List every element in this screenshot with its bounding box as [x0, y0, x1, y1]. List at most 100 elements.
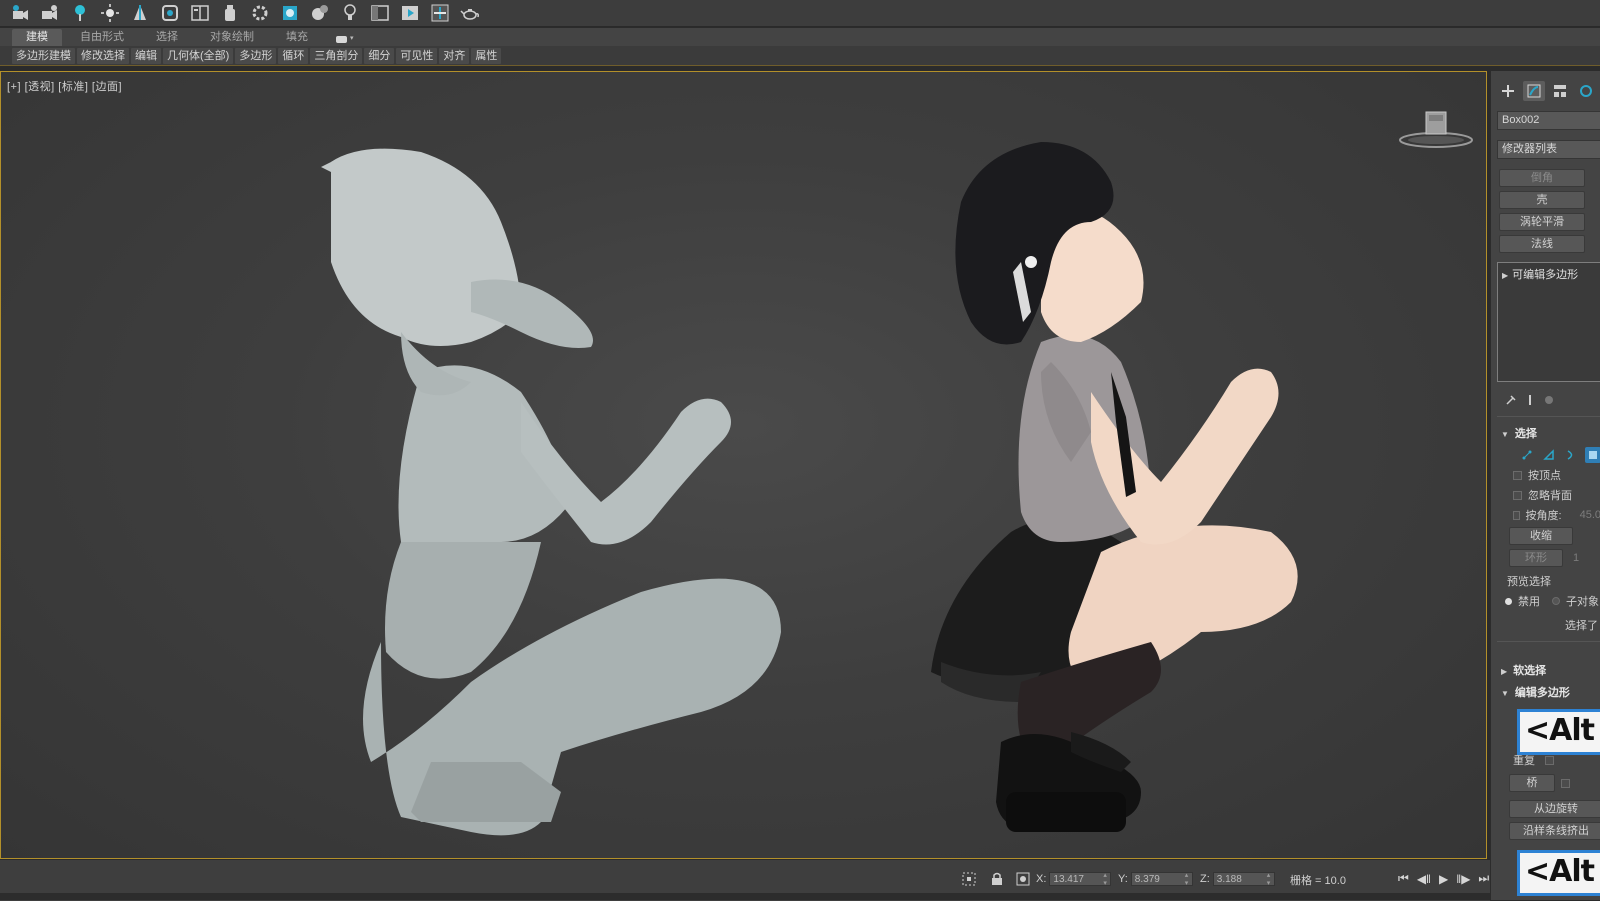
absolute-mode-icon[interactable]: [1014, 870, 1032, 888]
ribbon-align[interactable]: 对齐: [439, 47, 470, 64]
shrink-button[interactable]: 收缩: [1509, 527, 1573, 545]
stack-toolbar: [1505, 392, 1600, 408]
ribbon-tris[interactable]: 三角剖分: [310, 47, 363, 64]
lock-icon[interactable]: [988, 870, 1006, 888]
checkbox[interactable]: [1513, 490, 1522, 500]
ribbon-properties[interactable]: 属性: [471, 47, 502, 64]
alt-key-overlay: <Alt: [1517, 850, 1600, 896]
camera-link-icon[interactable]: [36, 1, 64, 25]
expand-triangle-icon[interactable]: ▶: [1502, 271, 1508, 280]
playback-controls: ⏮ ◀‖ ▶ ‖▶ ⏭: [1398, 871, 1489, 886]
hierarchy-tab[interactable]: [1549, 81, 1571, 101]
move-grid-icon[interactable]: [426, 1, 454, 25]
bulb-icon[interactable]: [336, 1, 364, 25]
bottle-icon[interactable]: [216, 1, 244, 25]
play-icon[interactable]: ▶: [1439, 872, 1448, 886]
selection-lock-icon[interactable]: [960, 870, 978, 888]
material-editor-icon[interactable]: [186, 1, 214, 25]
turbosmooth-button[interactable]: 涡轮平滑: [1499, 213, 1585, 231]
ribbon-tab-populate[interactable]: 填充: [272, 29, 322, 46]
pin-stack-icon[interactable]: [1505, 394, 1517, 406]
bridge-row: 桥: [1509, 774, 1600, 792]
ignore-backfacing-option[interactable]: 忽略背面: [1513, 487, 1600, 503]
by-vertex-option[interactable]: 按顶点: [1513, 467, 1600, 483]
ribbon-poly-modeling[interactable]: 多边形建模: [12, 47, 75, 64]
ribbon-tab-freeform[interactable]: 自由形式: [66, 29, 138, 46]
modify-tab[interactable]: [1523, 81, 1545, 101]
motion-tab[interactable]: [1575, 81, 1597, 101]
hierarchy-icon: [1554, 85, 1566, 97]
ribbon-tab-modeling[interactable]: 建模: [12, 29, 62, 46]
show-end-result-icon[interactable]: [1527, 394, 1533, 406]
y-coordinate-field[interactable]: 8.379: [1130, 872, 1193, 888]
ribbon-subdivision[interactable]: 细分: [364, 47, 395, 64]
by-angle-option[interactable]: 按角度: 45.0: [1513, 507, 1600, 523]
soft-selection-rollout-title[interactable]: ▶ 软选择: [1501, 662, 1600, 678]
ribbon-polygons[interactable]: 多边形: [235, 47, 277, 64]
chevron-down-icon: ▾: [350, 35, 354, 42]
viewport-layout-icon[interactable]: [366, 1, 394, 25]
ribbon-geometry-all[interactable]: 几何体(全部): [163, 47, 234, 64]
ribbon-visibility[interactable]: 可见性: [396, 47, 438, 64]
ribbon-tab-object-paint[interactable]: 对象绘制: [196, 29, 268, 46]
checkbox[interactable]: [1513, 470, 1522, 480]
next-frame-icon[interactable]: ‖▶: [1456, 872, 1470, 886]
textured-model[interactable]: [931, 142, 1298, 832]
gray-model[interactable]: [321, 148, 781, 836]
polygon-level-icon[interactable]: [1585, 447, 1600, 463]
teapot-icon[interactable]: [456, 1, 484, 25]
ribbon-options-dropdown[interactable]: ▾: [326, 32, 364, 46]
coord-z: Z: 3.188: [1200, 872, 1275, 888]
divider: [1497, 641, 1600, 642]
ribbon-loops[interactable]: 循环: [278, 47, 309, 64]
shader-ball-icon[interactable]: [306, 1, 334, 25]
shell-button[interactable]: 壳: [1499, 191, 1585, 209]
make-unique-icon[interactable]: [1543, 394, 1555, 406]
sun-light-icon[interactable]: [96, 1, 124, 25]
rotate-gear-icon[interactable]: [246, 1, 274, 25]
render-setup-icon[interactable]: [156, 1, 184, 25]
vertex-level-icon[interactable]: [1519, 447, 1535, 463]
stack-item-editable-poly[interactable]: ▶ 可编辑多边形: [1502, 266, 1578, 282]
render-frame-icon[interactable]: [276, 1, 304, 25]
pin-light-icon[interactable]: [66, 1, 94, 25]
normal-button[interactable]: 法线: [1499, 235, 1585, 253]
hinge-from-edge-button[interactable]: 从边旋转: [1509, 800, 1600, 818]
radio-subobject[interactable]: [1552, 597, 1560, 605]
create-tab[interactable]: [1497, 81, 1519, 101]
object-name-field[interactable]: Box002: [1497, 111, 1600, 130]
previous-frame-icon[interactable]: ◀‖: [1417, 872, 1431, 886]
settings-box-icon[interactable]: [1545, 755, 1554, 765]
settings-box-icon[interactable]: [1561, 778, 1570, 788]
border-level-icon[interactable]: [1563, 447, 1579, 463]
go-to-end-icon[interactable]: ⏭: [1478, 871, 1489, 886]
create-camera-icon[interactable]: [6, 1, 34, 25]
ribbon-options-icon: [336, 35, 347, 43]
perspective-viewport[interactable]: [+] [透视] [标准] [边面]: [0, 71, 1487, 859]
command-panel-tabs: [1491, 71, 1600, 103]
bridge-button[interactable]: 桥: [1509, 774, 1555, 792]
expand-triangle-icon: ▶: [1501, 667, 1508, 676]
selection-rollout-title[interactable]: ▼ 选择: [1501, 425, 1600, 441]
edit-polygons-rollout-title[interactable]: ▼ 编辑多边形: [1501, 684, 1600, 700]
bevel-button[interactable]: 倒角: [1499, 169, 1585, 187]
modifier-list-dropdown[interactable]: 修改器列表: [1497, 140, 1600, 159]
radio-disable[interactable]: [1505, 597, 1512, 605]
modify-bend-icon: [1527, 84, 1541, 98]
command-panel: Box002 修改器列表 倒角 壳 涡轮平滑 法线 ▶ 可编辑多边形 ▼ 选择 按顶…: [1490, 71, 1600, 900]
modifier-stack[interactable]: ▶ 可编辑多边形: [1497, 262, 1600, 382]
ribbon-modify-selection[interactable]: 修改选择: [77, 47, 129, 64]
render-production-icon[interactable]: [396, 1, 424, 25]
z-coordinate-field[interactable]: 3.188: [1212, 872, 1275, 888]
cone-light-icon[interactable]: [126, 1, 154, 25]
extrude-along-spline-button[interactable]: 沿样条线挤出: [1509, 822, 1600, 840]
checkbox[interactable]: [1513, 510, 1520, 520]
ring-button[interactable]: 环形: [1509, 549, 1563, 567]
ribbon-tab-selection[interactable]: 选择: [142, 29, 192, 46]
collapse-triangle-icon: ▼: [1501, 689, 1509, 698]
ribbon-edit[interactable]: 编辑: [131, 47, 161, 64]
go-to-start-icon[interactable]: ⏮: [1398, 871, 1409, 886]
ribbon-subpanel: 多边形建模 修改选择 编辑 几何体(全部) 多边形 循环 三角剖分 细分 可见性…: [0, 46, 1600, 66]
edge-level-icon[interactable]: [1541, 447, 1557, 463]
x-coordinate-field[interactable]: 13.417: [1049, 872, 1112, 888]
